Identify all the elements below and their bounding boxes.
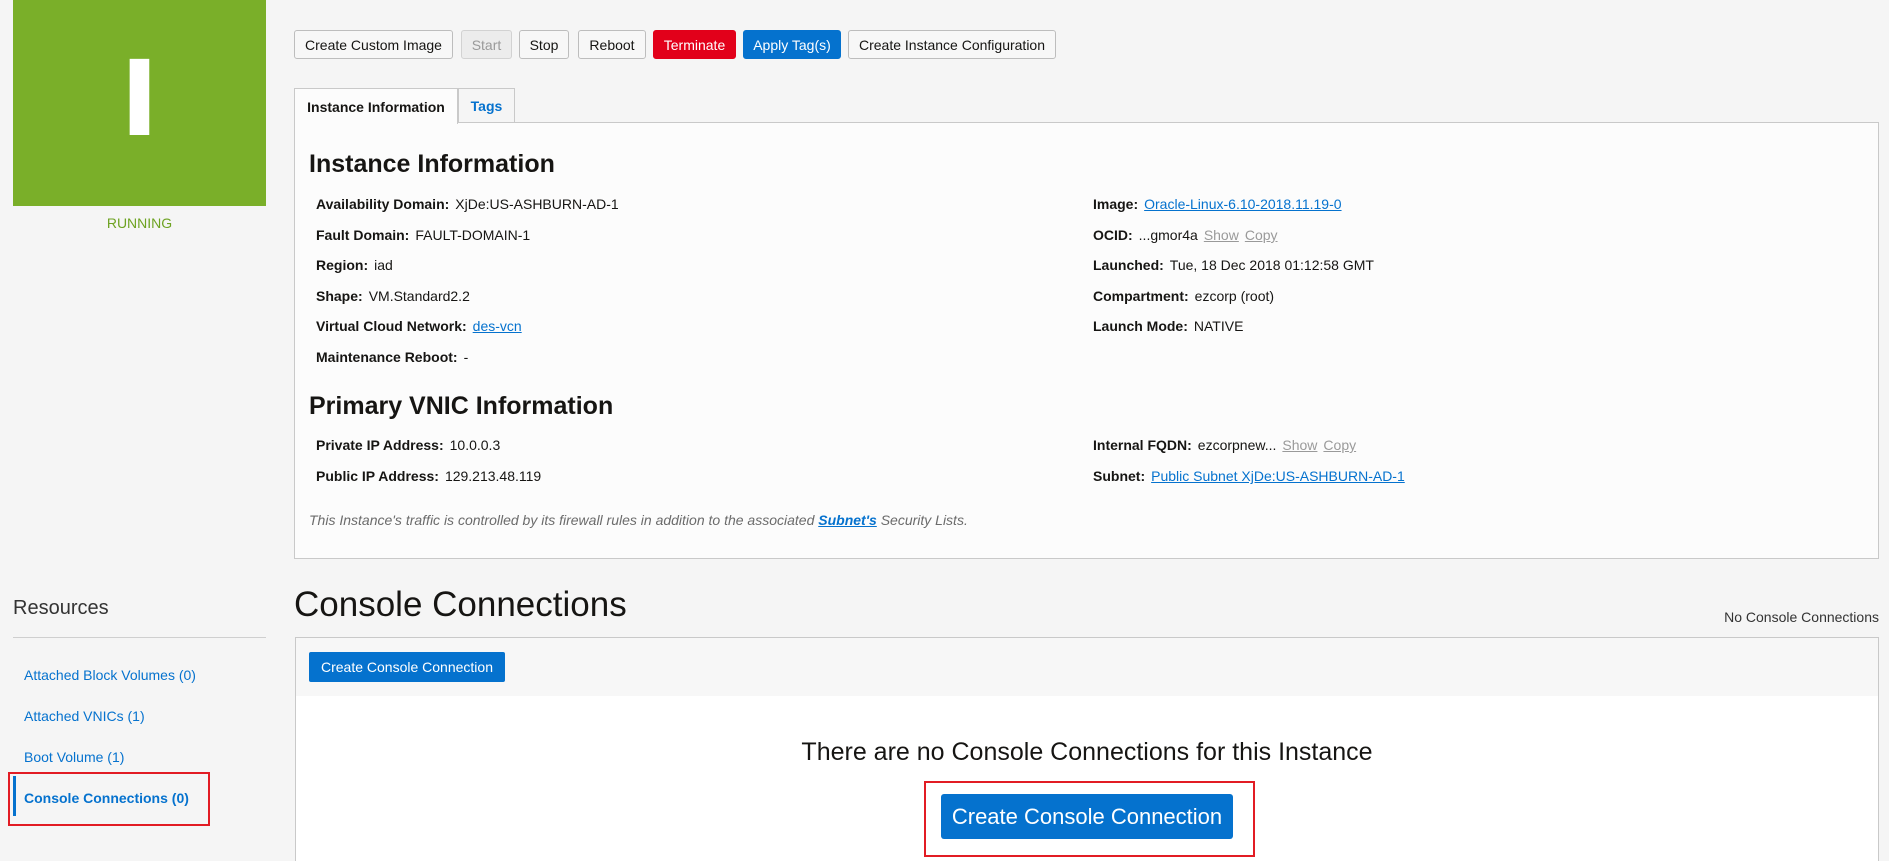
create-console-connection-button[interactable]: Create Console Connection	[309, 652, 505, 682]
private-ip-value: 10.0.0.3	[449, 437, 501, 453]
compartment-value: ezcorp (root)	[1194, 288, 1275, 304]
vcn-link[interactable]: des-vcn	[473, 318, 522, 334]
maintenance-reboot-row: Maintenance Reboot: -	[316, 349, 468, 365]
fqdn-show-link[interactable]: Show	[1282, 437, 1317, 453]
ocid-show-link[interactable]: Show	[1204, 227, 1239, 243]
launch-mode-label: Launch Mode:	[1093, 318, 1188, 334]
availability-domain-label: Availability Domain:	[316, 196, 450, 212]
shape-row: Shape: VM.Standard2.2	[316, 288, 470, 304]
private-ip-label: Private IP Address:	[316, 437, 444, 453]
highlight-box	[8, 772, 210, 826]
stop-button[interactable]: Stop	[519, 30, 569, 59]
instance-icon: I	[13, 0, 266, 206]
instance-icon-letter: I	[120, 38, 159, 160]
availability-domain-row: Availability Domain: XjDe:US-ASHBURN-AD-1	[316, 196, 619, 212]
image-link[interactable]: Oracle-Linux-6.10-2018.11.19-0	[1144, 196, 1341, 212]
ocid-label: OCID:	[1093, 227, 1133, 243]
image-label: Image:	[1093, 196, 1139, 212]
region-value: iad	[374, 257, 393, 273]
public-ip-value: 129.213.48.119	[444, 468, 542, 484]
ocid-copy-link[interactable]: Copy	[1245, 227, 1278, 243]
resource-boot-volume[interactable]: Boot Volume (1)	[24, 749, 124, 765]
fault-domain-row: Fault Domain: FAULT-DOMAIN-1	[316, 227, 530, 243]
internal-fqdn-label: Internal FQDN:	[1093, 437, 1192, 453]
apply-tags-button[interactable]: Apply Tag(s)	[743, 30, 841, 59]
resource-attached-block-volumes[interactable]: Attached Block Volumes (0)	[24, 667, 196, 683]
instance-information-heading: Instance Information	[309, 150, 555, 178]
public-ip-row: Public IP Address: 129.213.48.119	[316, 468, 541, 484]
ocid-value: ...gmor4a	[1138, 227, 1198, 243]
maintenance-reboot-label: Maintenance Reboot:	[316, 349, 458, 365]
resources-title: Resources	[13, 597, 109, 619]
launch-mode-value: NATIVE	[1193, 318, 1244, 334]
vcn-row: Virtual Cloud Network: des-vcn	[316, 318, 522, 334]
region-row: Region: iad	[316, 257, 393, 273]
fqdn-copy-link[interactable]: Copy	[1323, 437, 1356, 453]
resources-divider	[13, 637, 266, 638]
maintenance-reboot-value: -	[463, 349, 469, 365]
region-label: Region:	[316, 257, 369, 273]
launched-row: Launched: Tue, 18 Dec 2018 01:12:58 GMT	[1093, 257, 1374, 273]
availability-domain-value: XjDe:US-ASHBURN-AD-1	[455, 196, 619, 212]
firewall-note-text: This Instance's traffic is controlled by…	[309, 512, 819, 528]
console-connections-toolbar	[295, 637, 1879, 697]
tab-instance-information[interactable]: Instance Information	[294, 88, 458, 124]
reboot-button[interactable]: Reboot	[578, 30, 646, 59]
image-row: Image: Oracle-Linux-6.10-2018.11.19-0	[1093, 196, 1342, 212]
vcn-label: Virtual Cloud Network:	[316, 318, 467, 334]
ocid-row: OCID: ...gmor4a Show Copy	[1093, 227, 1278, 243]
subnet-row: Subnet: Public Subnet XjDe:US-ASHBURN-AD-…	[1093, 468, 1405, 484]
highlight-box-main	[924, 781, 1255, 857]
resource-attached-vnics[interactable]: Attached VNICs (1)	[24, 708, 145, 724]
console-connections-count: No Console Connections	[1724, 609, 1879, 625]
empty-state-message: There are no Console Connections for thi…	[801, 738, 1373, 766]
compartment-row: Compartment: ezcorp (root)	[1093, 288, 1274, 304]
launch-mode-row: Launch Mode: NATIVE	[1093, 318, 1243, 334]
subnet-label: Subnet:	[1093, 468, 1146, 484]
subnets-link[interactable]: Subnet's	[818, 512, 877, 528]
compartment-label: Compartment:	[1093, 288, 1189, 304]
launched-value: Tue, 18 Dec 2018 01:12:58 GMT	[1169, 257, 1374, 273]
instance-info-panel	[294, 122, 1879, 559]
start-button[interactable]: Start	[461, 30, 512, 59]
public-ip-label: Public IP Address:	[316, 468, 439, 484]
shape-value: VM.Standard2.2	[368, 288, 470, 304]
terminate-button[interactable]: Terminate	[653, 30, 736, 59]
internal-fqdn-value: ezcorpnew...	[1197, 437, 1277, 453]
launched-label: Launched:	[1093, 257, 1164, 273]
fault-domain-label: Fault Domain:	[316, 227, 410, 243]
console-connections-title: Console Connections	[294, 585, 627, 624]
tab-tags[interactable]: Tags	[458, 88, 515, 123]
create-instance-configuration-button[interactable]: Create Instance Configuration	[848, 30, 1056, 59]
fault-domain-value: FAULT-DOMAIN-1	[415, 227, 531, 243]
firewall-note-suffix: Security Lists.	[876, 512, 968, 528]
primary-vnic-heading: Primary VNIC Information	[309, 392, 614, 420]
firewall-note: This Instance's traffic is controlled by…	[309, 512, 968, 528]
shape-label: Shape:	[316, 288, 363, 304]
private-ip-row: Private IP Address: 10.0.0.3	[316, 437, 500, 453]
subnet-link[interactable]: Public Subnet XjDe:US-ASHBURN-AD-1	[1151, 468, 1405, 484]
create-custom-image-button[interactable]: Create Custom Image	[294, 30, 453, 59]
instance-status: RUNNING	[106, 215, 173, 231]
internal-fqdn-row: Internal FQDN: ezcorpnew... Show Copy	[1093, 437, 1356, 453]
